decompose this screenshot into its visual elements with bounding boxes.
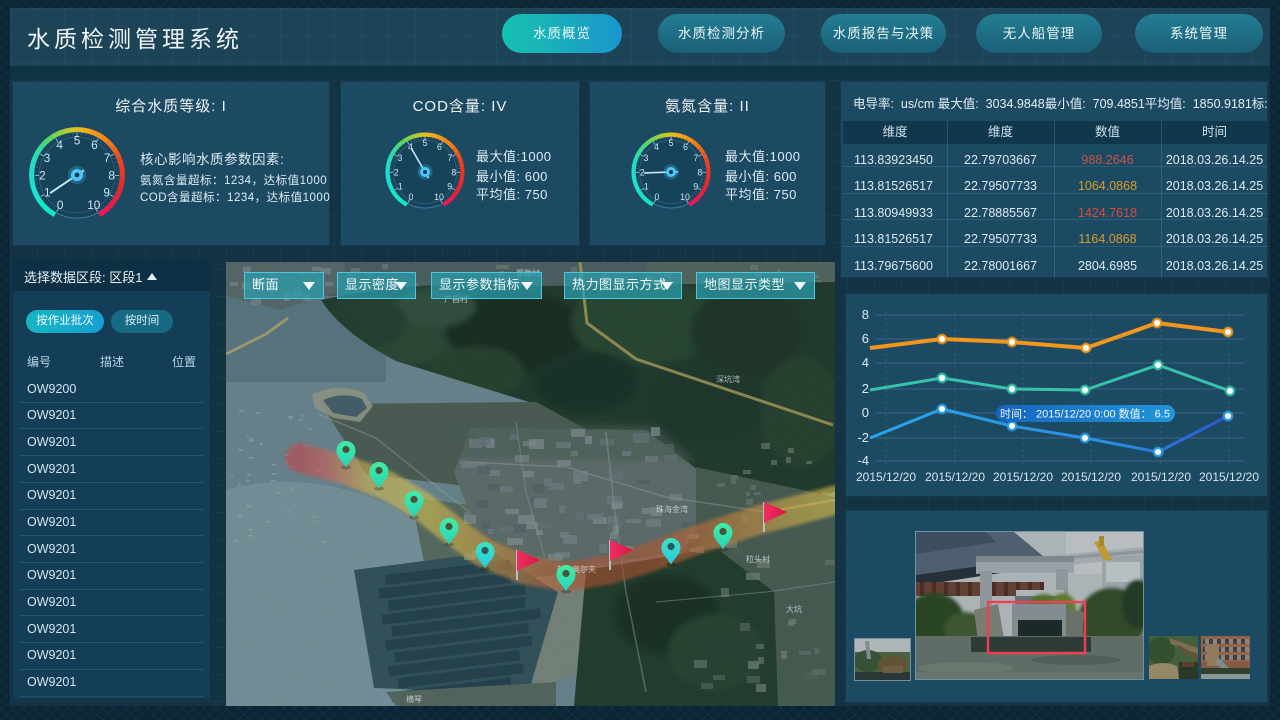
svg-text:2: 2 bbox=[39, 168, 46, 182]
svg-text:0: 0 bbox=[409, 192, 414, 202]
svg-text:10: 10 bbox=[680, 192, 690, 202]
svg-text:4: 4 bbox=[56, 138, 63, 152]
svg-text:3: 3 bbox=[644, 153, 649, 163]
svg-text:7: 7 bbox=[104, 151, 111, 165]
svg-text:2: 2 bbox=[640, 167, 645, 177]
svg-text:6: 6 bbox=[862, 331, 869, 346]
svg-text:5: 5 bbox=[74, 134, 81, 148]
svg-text:9: 9 bbox=[447, 182, 452, 192]
svg-text:10: 10 bbox=[87, 198, 101, 212]
svg-text:4: 4 bbox=[862, 355, 869, 370]
svg-text:2015/12/20: 2015/12/20 bbox=[1061, 470, 1121, 484]
svg-text:9: 9 bbox=[693, 182, 698, 192]
svg-text:0: 0 bbox=[862, 405, 869, 420]
svg-text:2: 2 bbox=[394, 167, 399, 177]
svg-text:2015/12/20: 2015/12/20 bbox=[993, 470, 1053, 484]
svg-text:粒头村: 粒头村 bbox=[746, 554, 770, 564]
svg-text:2015/12/20: 2015/12/20 bbox=[1199, 470, 1259, 484]
svg-text:珠海金湾: 珠海金湾 bbox=[656, 504, 688, 514]
svg-text:3: 3 bbox=[44, 151, 51, 165]
svg-text:时间： 2015/12/20 0:00 数值： 6.5: 时间： 2015/12/20 0:00 数值： 6.5 bbox=[1000, 408, 1170, 421]
svg-text:0: 0 bbox=[57, 198, 64, 212]
svg-text:8: 8 bbox=[862, 307, 869, 322]
svg-text:9: 9 bbox=[103, 186, 110, 200]
svg-text:8: 8 bbox=[697, 167, 702, 177]
svg-text:-2: -2 bbox=[857, 430, 869, 445]
svg-text:2: 2 bbox=[862, 381, 869, 396]
svg-text:深坑湾: 深坑湾 bbox=[716, 374, 740, 384]
svg-text:2015/12/20: 2015/12/20 bbox=[856, 470, 916, 484]
svg-text:8: 8 bbox=[108, 168, 115, 182]
svg-text:1: 1 bbox=[398, 182, 403, 192]
svg-text:大坑: 大坑 bbox=[786, 604, 802, 614]
svg-text:0: 0 bbox=[655, 192, 660, 202]
svg-text:1: 1 bbox=[44, 186, 51, 200]
svg-text:1: 1 bbox=[644, 182, 649, 192]
svg-text:7: 7 bbox=[694, 153, 699, 163]
svg-text:3: 3 bbox=[398, 153, 403, 163]
svg-text:8: 8 bbox=[451, 167, 456, 177]
svg-text:2015/12/20: 2015/12/20 bbox=[925, 470, 985, 484]
svg-text:4: 4 bbox=[654, 142, 659, 152]
svg-text:5: 5 bbox=[423, 138, 428, 148]
svg-text:5: 5 bbox=[669, 138, 674, 148]
svg-text:6: 6 bbox=[91, 138, 98, 152]
svg-text:7: 7 bbox=[448, 153, 453, 163]
svg-text:6: 6 bbox=[683, 142, 688, 152]
svg-text:10: 10 bbox=[434, 192, 444, 202]
svg-text:2015/12/20: 2015/12/20 bbox=[1131, 470, 1191, 484]
svg-text:-4: -4 bbox=[857, 453, 869, 468]
svg-text:横琴: 横琴 bbox=[406, 694, 422, 704]
svg-text:6: 6 bbox=[437, 142, 442, 152]
